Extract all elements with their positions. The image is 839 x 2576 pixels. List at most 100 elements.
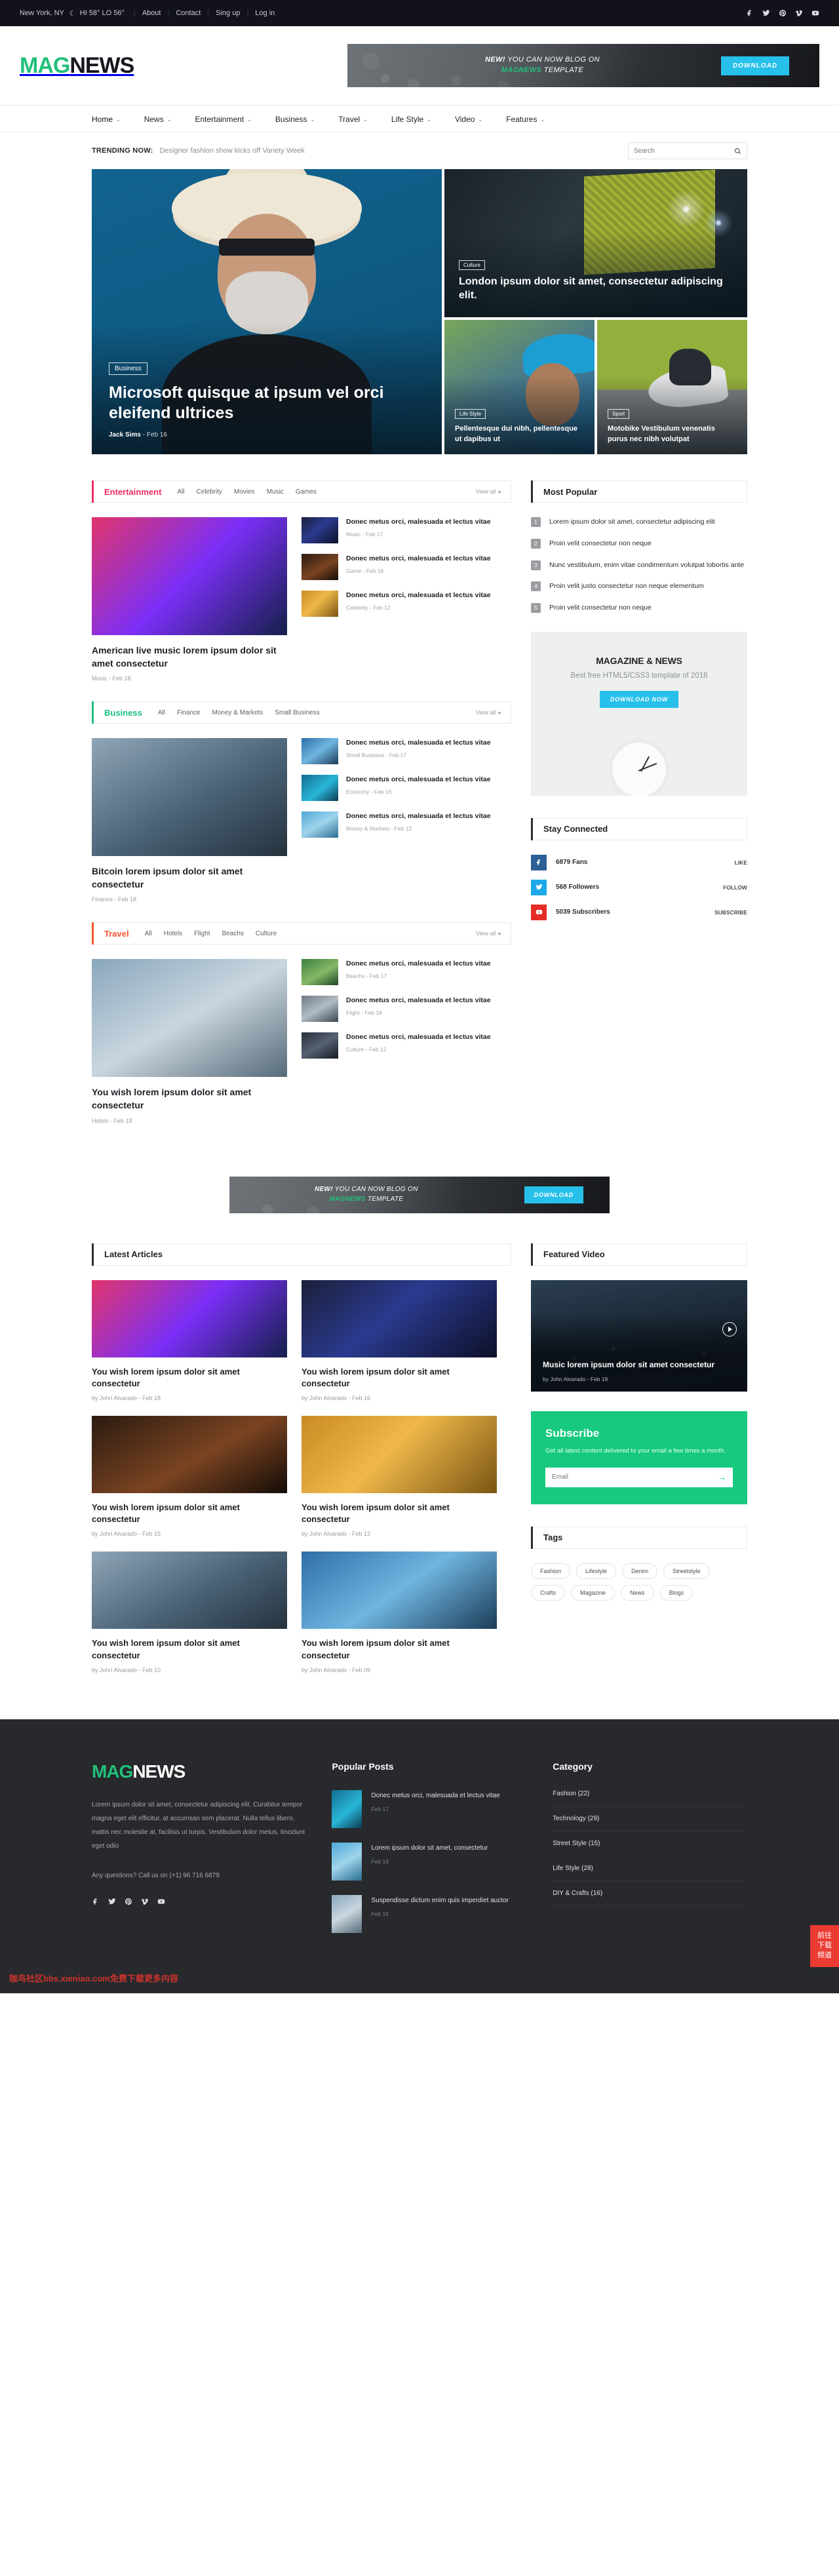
topbar-link-contact[interactable]: Contact <box>176 9 201 17</box>
footer-popular-post[interactable]: Lorem ipsum dolor sit amet, consectetur F… <box>332 1842 526 1881</box>
vimeo-icon[interactable] <box>795 9 803 17</box>
footer-logo[interactable]: MAGNEWS <box>92 1761 305 1782</box>
hero-sub-title[interactable]: Motobike Vestibulum venenatis purus nec … <box>608 424 737 445</box>
twitter-icon[interactable] <box>108 1897 116 1909</box>
tag-fashion[interactable]: Fashion <box>531 1563 571 1579</box>
feature-article[interactable]: American live music lorem ipsum dolor si… <box>92 517 287 682</box>
topbar-link-signup[interactable]: Sing up <box>216 9 240 17</box>
youtube-icon[interactable] <box>157 1897 165 1909</box>
list-item[interactable]: Donec metus orci, malesuada et lectus vi… <box>302 996 511 1023</box>
search-box[interactable] <box>628 142 747 159</box>
nav-item-features[interactable]: Features ⌄ <box>506 115 545 124</box>
stay-connected-action[interactable]: FOLLOW <box>723 884 747 891</box>
footer-category-link[interactable]: Technology (29) <box>553 1806 748 1831</box>
hero-title[interactable]: Microsoft quisque at ipsum vel orci elei… <box>109 383 425 424</box>
arrow-right-icon[interactable]: → <box>718 1472 726 1482</box>
popular-item[interactable]: 5 Proin velit consectetur non neque <box>531 603 747 614</box>
nav-item-video[interactable]: Video ⌄ <box>455 115 482 124</box>
article-card-title[interactable]: You wish lorem ipsum dolor sit amet cons… <box>92 1366 287 1390</box>
list-item[interactable]: Donec metus orci, malesuada et lectus vi… <box>302 591 511 617</box>
footer-popular-post-title[interactable]: Suspendisse dictum enim quis imperdiet a… <box>371 1895 509 1907</box>
list-item-title[interactable]: Donec metus orci, malesuada et lectus vi… <box>346 811 491 822</box>
popular-item-title[interactable]: Proin velit consectetur non neque <box>549 603 652 614</box>
tag-lifestyle[interactable]: Lifestyle <box>576 1563 617 1579</box>
nav-item-travel[interactable]: Travel ⌄ <box>338 115 368 124</box>
pinterest-icon[interactable] <box>779 9 787 17</box>
article-card-image[interactable] <box>302 1279 497 1357</box>
section-tab-all[interactable]: All <box>177 488 184 496</box>
facebook-icon[interactable] <box>746 9 754 17</box>
feature-article-title[interactable]: You wish lorem ipsum dolor sit amet cons… <box>92 1086 287 1112</box>
youtube-icon[interactable] <box>531 904 547 920</box>
vimeo-icon[interactable] <box>141 1897 149 1909</box>
footer-popular-post-image[interactable] <box>332 1789 362 1828</box>
section-tab-beachs[interactable]: Beachs <box>222 930 244 937</box>
nav-item-news[interactable]: News ⌄ <box>144 115 172 124</box>
section-tab-movies[interactable]: Movies <box>234 488 255 496</box>
list-item-image[interactable] <box>302 554 338 580</box>
article-card[interactable]: You wish lorem ipsum dolor sit amet cons… <box>302 1279 497 1401</box>
hero-sub-card-lifestyle[interactable]: Life Style Pellentesque dui nibh, pellen… <box>444 320 595 454</box>
topbar-link-login[interactable]: Log in <box>255 9 275 17</box>
footer-category-link[interactable]: DIY & Crafts (16) <box>553 1881 748 1906</box>
article-card[interactable]: You wish lorem ipsum dolor sit amet cons… <box>92 1279 287 1401</box>
section-tab-culture[interactable]: Culture <box>256 930 277 937</box>
list-item-title[interactable]: Donec metus orci, malesuada et lectus vi… <box>346 738 491 749</box>
popular-item[interactable]: 2 Proin velit consectetur non neque <box>531 538 747 549</box>
popular-item-title[interactable]: Lorem ipsum dolor sit amet, consectetur … <box>549 517 715 528</box>
hero-sub-category-tag[interactable]: Life Style <box>455 409 486 420</box>
list-item[interactable]: Donec metus orci, malesuada et lectus vi… <box>302 554 511 580</box>
search-icon[interactable] <box>734 147 741 155</box>
youtube-icon[interactable] <box>811 9 819 17</box>
tag-magazine[interactable]: Magazine <box>571 1584 615 1601</box>
list-item-image[interactable] <box>302 959 338 986</box>
popular-item-title[interactable]: Proin velit consectetur non neque <box>549 539 652 549</box>
tag-blogs[interactable]: Blogs <box>659 1584 693 1601</box>
hero-sub-card-sport[interactable]: Sport Motobike Vestibulum venenatis puru… <box>597 320 747 454</box>
list-item[interactable]: Donec metus orci, malesuada et lectus vi… <box>302 517 511 543</box>
mid-ad-banner[interactable]: NEW! YOU CAN NOW BLOG ON MAGNEWS TEMPLAT… <box>229 1176 610 1213</box>
stay-connected-action[interactable]: SUBSCRIBE <box>714 909 747 916</box>
section-tab-celebrity[interactable]: Celebrity <box>197 488 222 496</box>
list-item-title[interactable]: Donec metus orci, malesuada et lectus vi… <box>346 591 491 601</box>
twitter-icon[interactable] <box>762 9 770 17</box>
hero-category-tag[interactable]: Business <box>109 362 147 375</box>
search-input[interactable] <box>634 147 734 155</box>
footer-popular-post[interactable]: Donec metus orci, malesuada et lectus vi… <box>332 1789 526 1828</box>
section-tab-hotels[interactable]: Hotels <box>164 930 182 937</box>
article-card-title[interactable]: You wish lorem ipsum dolor sit amet cons… <box>92 1502 287 1525</box>
feature-article-title[interactable]: Bitcoin lorem ipsum dolor sit amet conse… <box>92 865 287 891</box>
sidebar-ad-download-button[interactable]: DOWNLOAD NOW <box>599 691 679 708</box>
feature-article-image[interactable] <box>92 517 287 635</box>
article-card-image[interactable] <box>92 1279 287 1357</box>
nav-item-business[interactable]: Business ⌄ <box>275 115 315 124</box>
list-item-image[interactable] <box>302 738 338 765</box>
tag-streetstyle[interactable]: Streetstyle <box>663 1563 710 1579</box>
popular-item[interactable]: 1 Lorem ipsum dolor sit amet, consectetur… <box>531 517 747 528</box>
article-card[interactable]: You wish lorem ipsum dolor sit amet cons… <box>302 1551 497 1673</box>
section-tab-small-business[interactable]: Small Business <box>275 709 319 716</box>
list-item[interactable]: Donec metus orci, malesuada et lectus vi… <box>302 959 511 986</box>
hero-sub-category-tag[interactable]: Sport <box>608 409 630 420</box>
article-card[interactable]: You wish lorem ipsum dolor sit amet cons… <box>92 1551 287 1673</box>
article-card[interactable]: You wish lorem ipsum dolor sit amet cons… <box>92 1415 287 1537</box>
popular-item-title[interactable]: Proin velit justo consectetur non neque … <box>549 581 704 592</box>
list-item-title[interactable]: Donec metus orci, malesuada et lectus vi… <box>346 1032 491 1043</box>
tag-news[interactable]: News <box>621 1584 654 1601</box>
popular-item[interactable]: 4 Proin velit justo consectetur non neque… <box>531 581 747 592</box>
article-card-image[interactable] <box>302 1415 497 1493</box>
list-item-image[interactable] <box>302 1032 338 1059</box>
list-item-title[interactable]: Donec metus orci, malesuada et lectus vi… <box>346 775 491 785</box>
sidebar-ad[interactable]: MAGAZINE & NEWS Best free HTML5/CSS3 tem… <box>531 631 747 796</box>
section-tab-music[interactable]: Music <box>267 488 284 496</box>
nav-item-entertainment[interactable]: Entertainment ⌄ <box>195 115 251 124</box>
section-tab-money-markets[interactable]: Money & Markets <box>212 709 263 716</box>
list-item[interactable]: Donec metus orci, malesuada et lectus vi… <box>302 738 511 765</box>
facebook-icon[interactable] <box>92 1897 100 1909</box>
mid-ad-download-button[interactable]: DOWNLOAD <box>524 1186 583 1203</box>
list-item-image[interactable] <box>302 517 338 543</box>
tag-denim[interactable]: Denim <box>622 1563 658 1579</box>
topbar-link-about[interactable]: About <box>142 9 161 17</box>
nav-item-life-style[interactable]: Life Style ⌄ <box>391 115 431 124</box>
hero-sub-title[interactable]: Pellentesque dui nibh, pellentesque ut d… <box>455 424 584 445</box>
